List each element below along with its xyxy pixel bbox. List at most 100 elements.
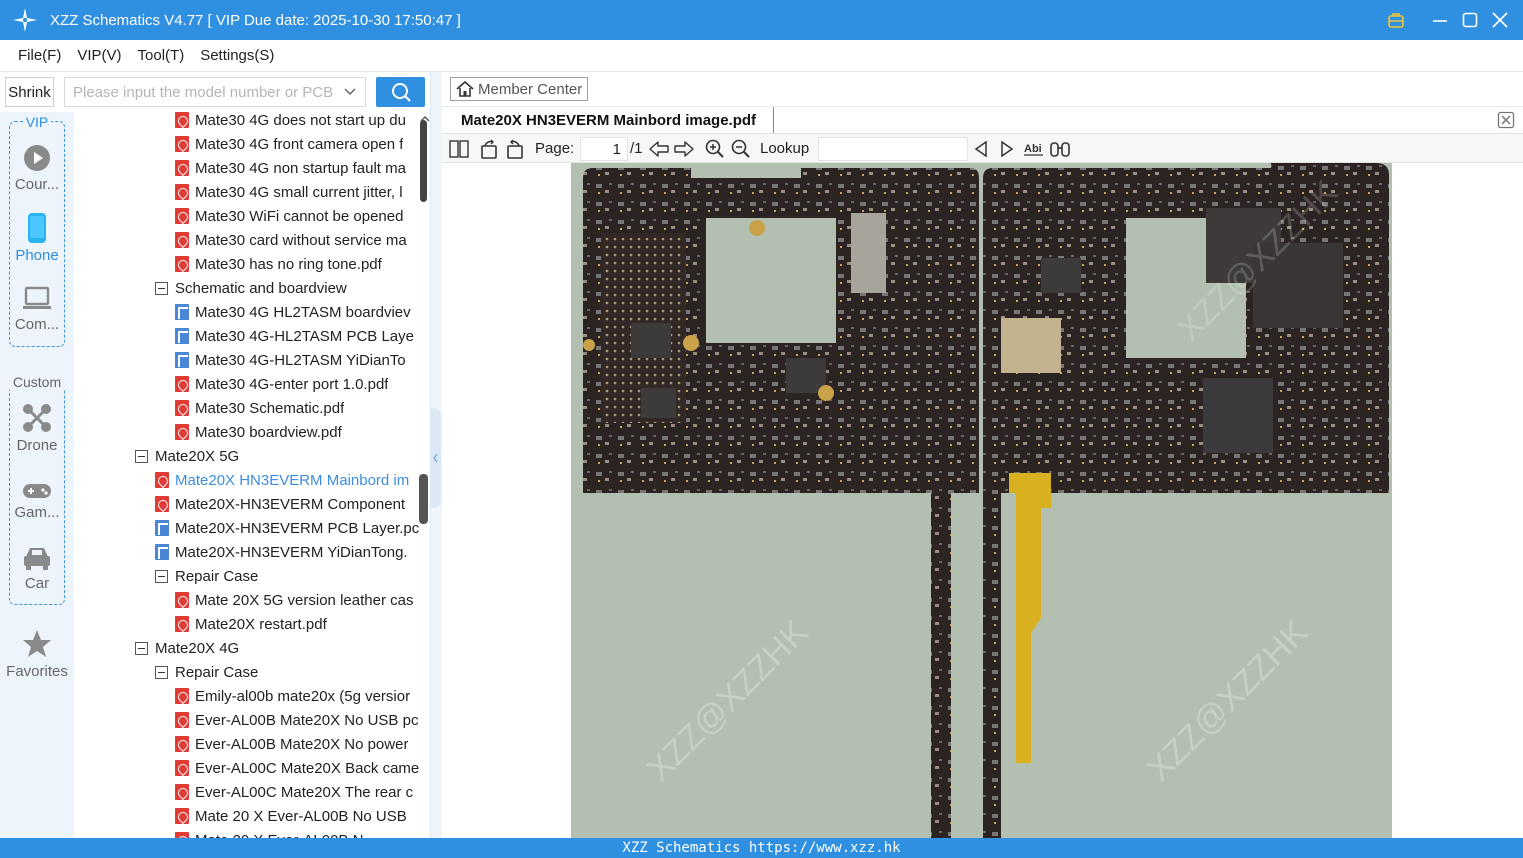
tree-file[interactable]: Mate30 Schematic.pdf: [175, 396, 419, 420]
collapse-icon[interactable]: [135, 449, 148, 463]
menu-settings[interactable]: Settings(S): [192, 47, 282, 64]
close-tab-button[interactable]: [1497, 111, 1515, 129]
collapse-handle[interactable]: [431, 408, 441, 508]
tree-file[interactable]: Mate20X HN3EVERM Mainbord im: [155, 468, 419, 492]
watermark-text: XZZ@XZZHK: [1140, 613, 1316, 789]
menu-tool[interactable]: Tool(T): [130, 47, 193, 64]
tree-folder[interactable]: Mate20X 5G: [135, 444, 419, 468]
rotate-left-button[interactable]: [478, 138, 500, 160]
tree-file[interactable]: Mate30 4G HL2TASM boardviev: [175, 300, 419, 324]
tree-file[interactable]: Ever-AL00B Mate20X No USB pc: [175, 708, 419, 732]
tree-file[interactable]: Ever-AL00B Mate20X No power: [175, 732, 419, 756]
tree-scrollbar[interactable]: [418, 112, 430, 838]
arrow-left-icon: [649, 141, 669, 157]
tree-item-label: Mate 20 X Ever-AL00B No USB: [195, 807, 407, 825]
tree-file[interactable]: Mate30 4G-enter port 1.0.pdf: [175, 372, 419, 396]
search-combobox[interactable]: [64, 77, 366, 107]
close-window-icon: [1497, 111, 1515, 129]
match-case-button[interactable]: Abi: [1023, 138, 1045, 160]
chevron-down-icon[interactable]: [343, 84, 357, 101]
search-button[interactable]: [376, 77, 425, 107]
tree-file[interactable]: Mate 20X 5G version leather cas: [175, 588, 419, 612]
tree-file[interactable]: Mate30 boardview.pdf: [175, 420, 419, 444]
tree-folder[interactable]: Schematic and boardview: [155, 276, 419, 300]
pdf-file-icon: [175, 136, 189, 152]
previous-page-button[interactable]: [648, 138, 670, 160]
category-drone[interactable]: Drone: [0, 403, 74, 454]
next-page-button[interactable]: [673, 138, 695, 160]
tree-file[interactable]: Mate30 WiFi cannot be opened: [175, 204, 419, 228]
zoom-out-button[interactable]: [730, 138, 752, 160]
arrow-right-icon: [674, 141, 694, 157]
tree-file[interactable]: Mate20X-HN3EVERM YiDianTong.: [155, 540, 419, 564]
tree-file[interactable]: Ever-AL00C Mate20X Back came: [175, 756, 419, 780]
page-number-input[interactable]: 1: [580, 137, 628, 161]
two-page-view-button[interactable]: [448, 138, 470, 160]
close-button[interactable]: [1491, 11, 1509, 29]
category-phone[interactable]: Phone: [0, 213, 74, 264]
tree-item-label: Repair Case: [175, 567, 259, 585]
pdf-viewer[interactable]: XZZ@XZZHK XZZ@XZZHK XZZ@XZZHK: [442, 163, 1523, 838]
category-computer[interactable]: Com...: [0, 286, 74, 333]
tree-file[interactable]: Mate30 4G non startup fault ma: [175, 156, 419, 180]
member-center-label: Member Center: [478, 80, 583, 98]
collapse-icon[interactable]: [135, 641, 148, 655]
collapse-icon[interactable]: [155, 281, 168, 295]
zoom-in-button[interactable]: [704, 138, 726, 160]
tree-folder[interactable]: Repair Case: [155, 660, 419, 684]
tree-file[interactable]: Mate30 4G does not start up du: [175, 112, 419, 132]
tree-file[interactable]: Mate30 4G small current jitter, l: [175, 180, 419, 204]
collapse-icon[interactable]: [155, 569, 168, 583]
category-sidebar: VIP Cour... Phone Com... Custom Drone Ga…: [0, 112, 74, 838]
maximize-button[interactable]: [1461, 11, 1479, 29]
search-input[interactable]: [73, 83, 333, 101]
tree-file[interactable]: Mate20X restart.pdf: [175, 612, 419, 636]
tree-file[interactable]: Mate20X-HN3EVERM Component: [155, 492, 419, 516]
tree-file[interactable]: Mate 20 X Ever-AL00B No USB: [175, 804, 419, 828]
boardview-file-icon: [155, 544, 169, 560]
lookup-input[interactable]: [818, 137, 968, 161]
tree-file[interactable]: Mate 20 X Ever-AL00B N: [175, 828, 419, 838]
document-panel: Member Center Mate20X HN3EVERM Mainbord …: [442, 72, 1523, 838]
pdf-file-icon: [175, 712, 189, 728]
tab-document[interactable]: Mate20X HN3EVERM Mainbord image.pdf: [442, 107, 774, 134]
scrollbar-thumb[interactable]: [420, 120, 427, 202]
tree-file[interactable]: Mate30 card without service ma: [175, 228, 419, 252]
pcb-board-picture: XZZ@XZZHK XZZ@XZZHK XZZ@XZZHK: [583, 163, 1389, 838]
menu-vip[interactable]: VIP(V): [69, 47, 129, 64]
collapse-icon[interactable]: [155, 665, 168, 679]
category-courses[interactable]: Cour...: [0, 144, 74, 193]
pdf-file-icon: [175, 736, 189, 752]
tree-item-label: Mate30 4G-HL2TASM PCB Laye: [195, 327, 414, 345]
mainboard-image[interactable]: XZZ@XZZHK XZZ@XZZHK XZZ@XZZHK: [571, 163, 1392, 838]
category-car[interactable]: Car: [0, 545, 74, 592]
tree-item-label: Mate20X restart.pdf: [195, 615, 327, 633]
member-center-button[interactable]: Member Center: [450, 77, 588, 101]
tree-file[interactable]: Mate30 4G-HL2TASM YiDianTo: [175, 348, 419, 372]
scrollbar-thumb-secondary[interactable]: [419, 474, 428, 524]
category-favorites[interactable]: Favorites: [0, 629, 74, 680]
tree-file[interactable]: Emily-al00b mate20x (5g versior: [175, 684, 419, 708]
tree-item-label: Mate20X HN3EVERM Mainbord im: [175, 471, 410, 489]
shrink-button[interactable]: Shrink: [5, 77, 54, 107]
rotate-right-button[interactable]: [504, 138, 526, 160]
find-next-button[interactable]: [998, 138, 1016, 160]
tree-file[interactable]: Mate30 4G-HL2TASM PCB Laye: [175, 324, 419, 348]
pdf-file-icon: [155, 496, 169, 512]
tree-file[interactable]: Ever-AL00C Mate20X The rear c: [175, 780, 419, 804]
tree-file[interactable]: Mate30 4G front camera open f: [175, 132, 419, 156]
tree-file[interactable]: Mate30 has no ring tone.pdf: [175, 252, 419, 276]
find-previous-button[interactable]: [972, 138, 990, 160]
pdf-file-icon: [175, 784, 189, 800]
tree-file[interactable]: Mate20X-HN3EVERM PCB Layer.pc: [155, 516, 419, 540]
tree-folder[interactable]: Mate20X 4G: [135, 636, 419, 660]
panel-splitter[interactable]: [430, 72, 442, 838]
menu-file[interactable]: File(F): [10, 47, 69, 64]
tree-item-label: Mate30 4G front camera open f: [195, 135, 404, 153]
category-game[interactable]: Gam...: [0, 482, 74, 521]
find-all-button[interactable]: [1049, 138, 1071, 160]
minimize-button[interactable]: [1431, 11, 1449, 29]
tree-folder[interactable]: Repair Case: [155, 564, 419, 588]
vip-bag-icon[interactable]: [1387, 11, 1405, 29]
boardview-file-icon: [175, 304, 189, 320]
